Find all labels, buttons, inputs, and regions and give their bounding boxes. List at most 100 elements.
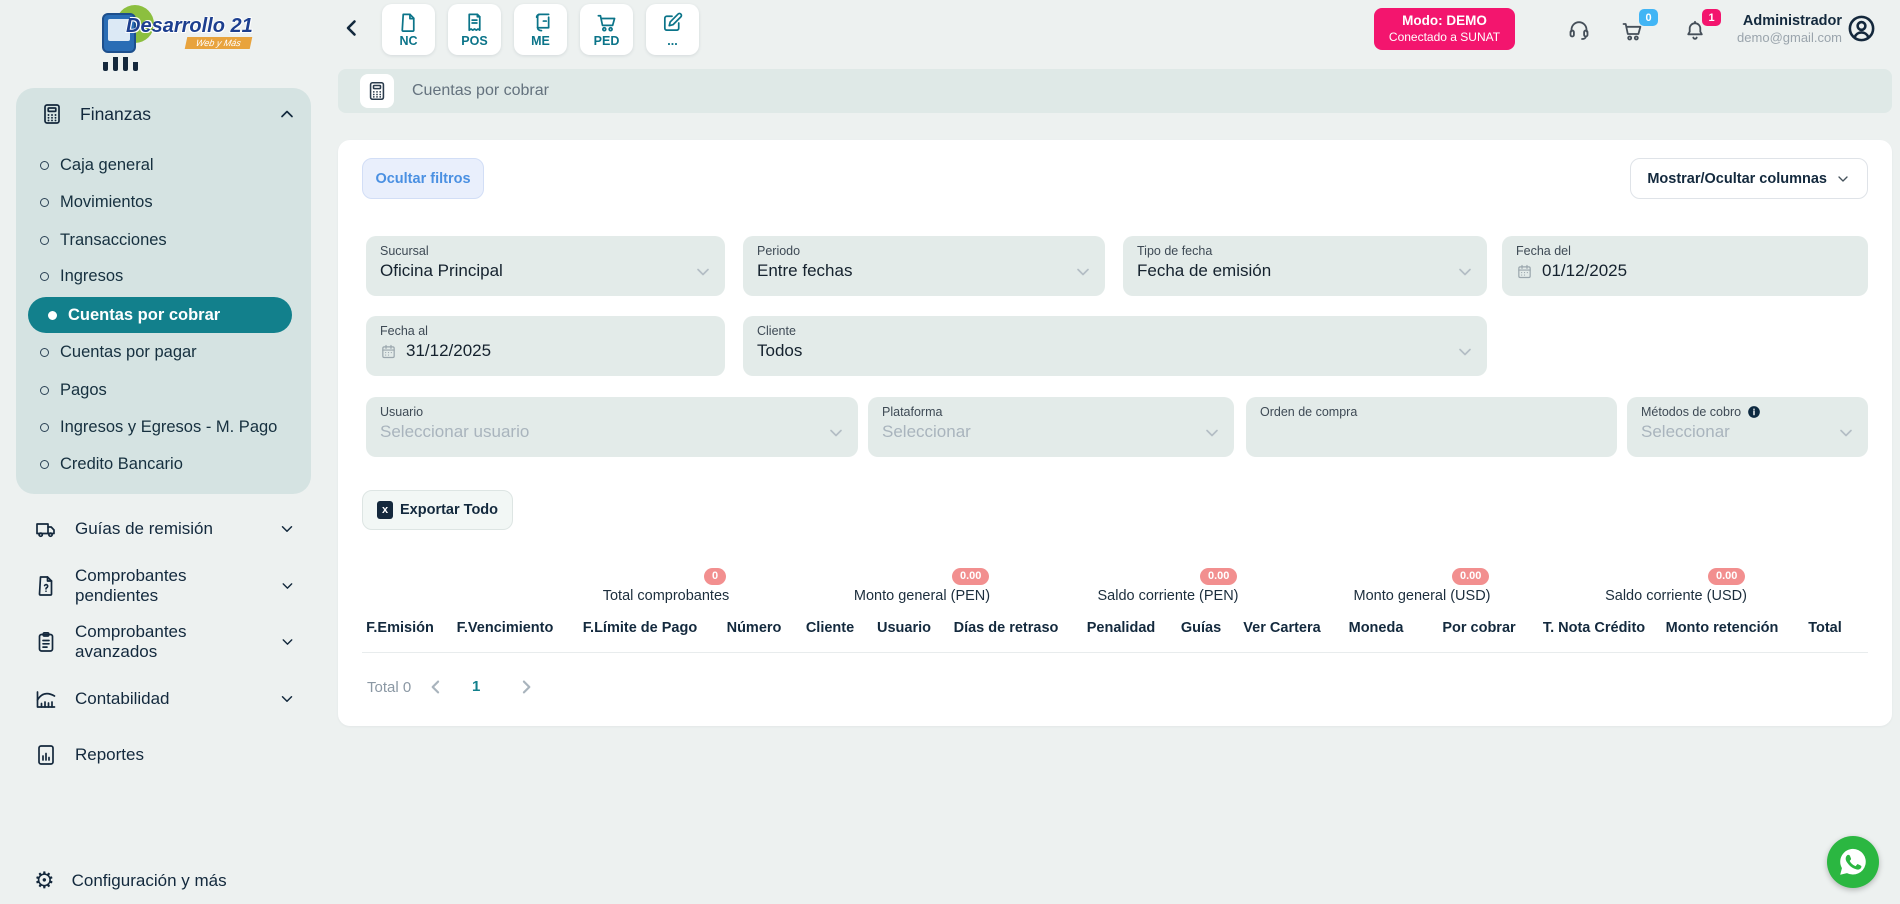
bullet-icon: [40, 386, 49, 395]
column-header-usuario: Usuario: [877, 620, 931, 636]
quick-button-me[interactable]: ME: [514, 4, 567, 55]
filter-fecha-al[interactable]: Fecha al 31/12/2025: [366, 316, 725, 376]
sidebar-item-caja-general[interactable]: Caja general: [40, 147, 297, 183]
chart-icon: [34, 687, 58, 711]
user-email: demo@gmail.com: [1712, 30, 1842, 45]
receipt-icon: [463, 11, 486, 34]
cart-icon: [595, 11, 618, 34]
sidebar-item-guias-de-remision[interactable]: Guías de remisión: [34, 511, 296, 547]
content-card: Ocultar filtros Mostrar/Ocultar columnas…: [338, 140, 1892, 726]
info-icon: [1747, 405, 1761, 419]
gear-icon: ⚙: [34, 870, 55, 893]
pagination-prev-button[interactable]: [426, 677, 446, 697]
sidebar-item-finanzas[interactable]: Finanzas: [40, 96, 297, 132]
bullet-icon: [40, 161, 49, 170]
sidebar-item-reportes[interactable]: Reportes: [34, 737, 296, 773]
hide-filters-button[interactable]: Ocultar filtros: [362, 158, 484, 199]
calendar-icon: [380, 343, 397, 360]
sidebar-item-credito-bancario[interactable]: Credito Bancario: [40, 446, 297, 482]
quick-access-toolbar: NC POS ME PED ...: [382, 4, 699, 55]
column-header-t-nota-credito: T. Nota Crédito: [1543, 620, 1645, 636]
column-header-numero: Número: [727, 620, 782, 636]
chevron-down-icon: [1202, 423, 1222, 443]
breadcrumb-icon-box: [360, 74, 394, 108]
clipboard-icon: [34, 630, 58, 654]
clipped-menu-icon: [103, 57, 138, 71]
sidebar-item-movimientos[interactable]: Movimientos: [40, 184, 297, 220]
show-hide-columns-button[interactable]: Mostrar/Ocultar columnas: [1630, 158, 1868, 199]
sidebar-item-transacciones[interactable]: Transacciones: [40, 222, 297, 258]
sidebar-item-configuracion[interactable]: ⚙ Configuración y más: [34, 863, 296, 899]
chevron-left-icon: [340, 16, 364, 40]
column-header-total: Total: [1808, 620, 1842, 636]
sidebar-item-contabilidad[interactable]: Contabilidad: [34, 681, 296, 717]
app-window: Desarrollo 21 Web y Más NC POS ME PED ..…: [0, 0, 1900, 904]
column-header-f-emision: F.Emisión: [366, 620, 434, 636]
filter-plataforma[interactable]: Plataforma Seleccionar: [868, 397, 1234, 457]
column-header-f-limite-de-pago: F.Límite de Pago: [583, 620, 697, 636]
quick-button-pos[interactable]: POS: [448, 4, 501, 55]
support-button[interactable]: [1567, 18, 1591, 42]
pagination-total: Total 0: [367, 679, 411, 696]
chevron-down-icon: [1455, 342, 1475, 362]
user-name: Administrador: [1712, 13, 1842, 30]
bullet-icon: [40, 460, 49, 469]
sidebar-item-ingresos-egresos-m-pago[interactable]: Ingresos y Egresos - M. Pago: [40, 409, 297, 445]
whatsapp-icon: [1837, 846, 1869, 878]
filter-orden-de-compra[interactable]: Orden de compra: [1246, 397, 1617, 457]
logo-tagline: Web y Más: [185, 37, 252, 49]
chevron-down-icon: [279, 577, 296, 595]
sidebar-item-cuentas-por-cobrar[interactable]: Cuentas por cobrar: [28, 297, 292, 333]
filter-fecha-del[interactable]: Fecha del 01/12/2025: [1502, 236, 1868, 296]
sidebar-group-finanzas: Finanzas Caja general Movimientos Transa…: [16, 88, 311, 494]
column-header-cliente: Cliente: [806, 620, 854, 636]
user-menu[interactable]: Administrador demo@gmail.com: [1712, 13, 1842, 45]
pagination-next-button[interactable]: [516, 677, 536, 697]
column-header-por-cobrar: Por cobrar: [1442, 620, 1515, 636]
chevron-down-icon: [278, 520, 296, 538]
report-icon: [34, 743, 58, 767]
quick-button-nc[interactable]: NC: [382, 4, 435, 55]
sidebar-item-ingresos[interactable]: Ingresos: [40, 258, 297, 294]
chevron-down-icon: [1073, 262, 1093, 282]
demo-mode-badge: Modo: DEMO Conectado a SUNAT: [1374, 8, 1515, 50]
calculator-icon: [40, 102, 64, 126]
filter-metodos-de-cobro[interactable]: Métodos de cobro Seleccionar: [1627, 397, 1868, 457]
bullet-icon: [40, 198, 49, 207]
column-header-monto-retencion: Monto retención: [1666, 620, 1779, 636]
column-header-moneda: Moneda: [1349, 620, 1404, 636]
column-header-penalidad: Penalidad: [1087, 620, 1156, 636]
table-divider: [362, 652, 1868, 653]
quick-button-ped[interactable]: PED: [580, 4, 633, 55]
summary-badge: 0.00: [1200, 568, 1237, 585]
money-icon: [529, 11, 552, 34]
sidebar-item-pagos[interactable]: Pagos: [40, 372, 297, 408]
export-all-button[interactable]: x Exportar Todo: [362, 490, 513, 530]
sidebar-item-cuentas-por-pagar[interactable]: Cuentas por pagar: [40, 334, 297, 370]
filter-periodo[interactable]: Periodo Entre fechas: [743, 236, 1105, 296]
bullet-icon: [40, 272, 49, 281]
sidebar-item-comprobantes-avanzados[interactable]: Comprobantes avanzados: [34, 624, 296, 660]
truck-icon: [34, 517, 58, 541]
quick-button-more[interactable]: ...: [646, 4, 699, 55]
sidebar-item-comprobantes-pendientes[interactable]: Comprobantes pendientes: [34, 568, 296, 604]
app-logo[interactable]: Desarrollo 21 Web y Más: [98, 3, 298, 55]
filter-sucursal[interactable]: Sucursal Oficina Principal: [366, 236, 725, 296]
bullet-icon: [40, 423, 49, 432]
page-title: Cuentas por cobrar: [412, 82, 549, 100]
column-header-ver-cartera: Ver Cartera: [1243, 620, 1320, 636]
chevron-down-icon: [278, 690, 296, 708]
chevron-down-icon: [1835, 171, 1851, 187]
summary-badge: 0: [704, 568, 726, 585]
filter-cliente[interactable]: Cliente Todos: [743, 316, 1487, 376]
filter-usuario[interactable]: Usuario Seleccionar usuario: [366, 397, 858, 457]
collapse-sidebar-button[interactable]: [340, 16, 364, 40]
calculator-icon: [366, 80, 388, 102]
pagination-page-1[interactable]: 1: [472, 678, 480, 695]
chevron-down-icon: [279, 633, 296, 651]
filter-tipo-de-fecha[interactable]: Tipo de fecha Fecha de emisión: [1123, 236, 1487, 296]
avatar[interactable]: [1846, 13, 1877, 44]
summary-badge: 0.00: [1452, 568, 1489, 585]
whatsapp-button[interactable]: [1827, 836, 1879, 888]
column-header-guias: Guías: [1181, 620, 1221, 636]
